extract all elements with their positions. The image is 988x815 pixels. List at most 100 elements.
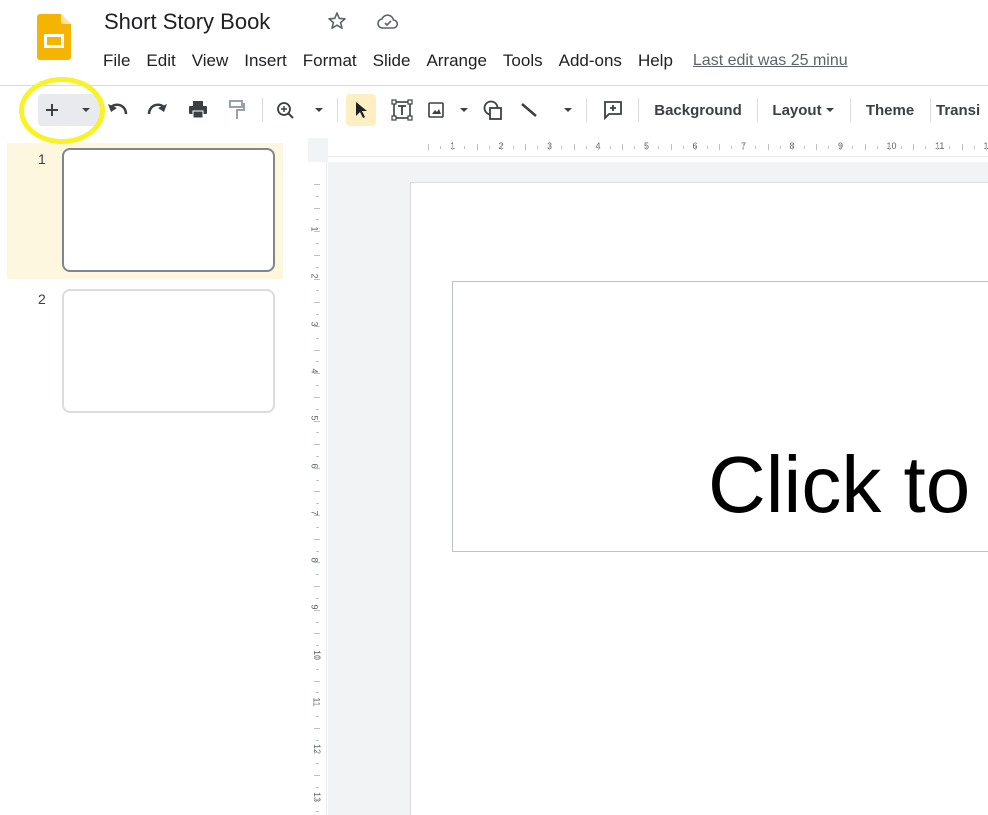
ruler-tick bbox=[316, 550, 319, 552]
ruler-tick bbox=[316, 219, 319, 221]
slide-number: 1 bbox=[38, 151, 46, 167]
ruler-tick bbox=[316, 503, 319, 505]
transition-button[interactable]: Transi bbox=[936, 90, 988, 130]
ruler-tick bbox=[314, 420, 320, 422]
ruler-tick bbox=[314, 798, 320, 800]
ruler-tick bbox=[900, 146, 902, 149]
menu-arrange[interactable]: Arrange bbox=[426, 51, 486, 71]
horizontal-ruler[interactable]: 123456789101112 bbox=[328, 138, 988, 157]
add-comment-button[interactable] bbox=[598, 90, 628, 130]
ruler-tick bbox=[791, 144, 793, 150]
ruler-tick bbox=[452, 144, 454, 150]
ruler-tick bbox=[573, 144, 575, 150]
ruler-tick bbox=[828, 146, 830, 149]
shape-button[interactable] bbox=[478, 90, 508, 130]
ruler-tick bbox=[316, 763, 319, 765]
background-label: Background bbox=[654, 101, 742, 119]
ruler-tick bbox=[694, 144, 696, 150]
menu-edit[interactable]: Edit bbox=[146, 51, 175, 71]
background-button[interactable]: Background bbox=[648, 90, 748, 130]
ruler-tick bbox=[316, 479, 319, 481]
ruler-tick bbox=[314, 184, 320, 185]
ruler-tick bbox=[314, 657, 320, 658]
ruler-tick bbox=[549, 144, 551, 150]
ruler-tick bbox=[779, 146, 781, 149]
toolbar-separator bbox=[262, 98, 263, 122]
toolbar-separator bbox=[850, 98, 851, 122]
ruler-tick bbox=[314, 254, 320, 256]
ruler-tick bbox=[719, 144, 720, 150]
vertical-ruler[interactable]: 1 2 3 4 5 6 7 8 9 10 11 12 13 bbox=[308, 162, 327, 815]
menu-format[interactable]: Format bbox=[303, 51, 357, 71]
ruler-tick bbox=[316, 597, 319, 599]
slide-thumbnail-1[interactable] bbox=[62, 148, 275, 272]
ruler-tick bbox=[937, 144, 939, 150]
text-box-button[interactable] bbox=[387, 90, 417, 130]
menu-bar: File Edit View Insert Format Slide Arran… bbox=[103, 48, 848, 74]
document-title[interactable]: Short Story Book bbox=[104, 9, 270, 35]
insert-image-button[interactable] bbox=[425, 90, 471, 130]
star-icon[interactable] bbox=[327, 11, 347, 31]
ruler-tick bbox=[314, 373, 320, 375]
ruler-tick bbox=[440, 146, 442, 149]
ruler-tick bbox=[961, 144, 963, 150]
ruler-tick bbox=[316, 739, 319, 741]
ruler-tick bbox=[622, 144, 623, 150]
ruler-tick bbox=[316, 243, 319, 245]
ruler-tick bbox=[743, 144, 745, 150]
select-tool-button[interactable] bbox=[346, 94, 376, 126]
ruler-tick bbox=[525, 144, 526, 150]
ruler-tick bbox=[597, 144, 599, 150]
slide-thumbnail-2[interactable] bbox=[62, 289, 275, 413]
ruler-tick bbox=[314, 704, 320, 706]
ruler-tick bbox=[314, 586, 320, 588]
ruler-tick bbox=[316, 290, 319, 292]
ruler-tick bbox=[816, 144, 817, 150]
undo-button[interactable] bbox=[104, 90, 132, 130]
ruler-tick bbox=[731, 146, 733, 149]
print-button[interactable] bbox=[184, 90, 212, 130]
cloud-saved-icon[interactable] bbox=[377, 12, 399, 32]
line-button[interactable] bbox=[512, 90, 578, 130]
menu-help[interactable]: Help bbox=[638, 51, 673, 71]
layout-button[interactable]: Layout bbox=[766, 90, 842, 130]
ruler-tick bbox=[316, 195, 319, 197]
ruler-tick bbox=[585, 146, 587, 149]
ruler-tick bbox=[985, 144, 987, 150]
ruler-tick bbox=[314, 562, 320, 564]
toolbar-separator bbox=[638, 98, 639, 122]
menu-slide[interactable]: Slide bbox=[373, 51, 411, 71]
ruler-tick bbox=[314, 680, 320, 682]
ruler-tick bbox=[682, 146, 684, 149]
ruler-tick bbox=[316, 385, 319, 387]
ruler-tick bbox=[876, 146, 878, 149]
ruler-tick bbox=[316, 361, 319, 363]
ruler-number: 13 bbox=[312, 791, 323, 802]
menu-tools[interactable]: Tools bbox=[503, 51, 543, 71]
menu-insert[interactable]: Insert bbox=[244, 51, 287, 71]
zoom-button[interactable] bbox=[273, 90, 327, 130]
title-placeholder-text[interactable]: Click to bbox=[708, 445, 970, 525]
ruler-tick bbox=[316, 432, 319, 434]
ruler-tick bbox=[888, 144, 890, 150]
theme-button[interactable]: Theme bbox=[858, 90, 922, 130]
ruler-tick bbox=[670, 144, 672, 150]
ruler-tick bbox=[316, 716, 319, 718]
layout-label: Layout bbox=[772, 101, 822, 119]
redo-button[interactable] bbox=[143, 90, 171, 130]
ruler-tick bbox=[314, 444, 320, 446]
ruler-tick bbox=[316, 621, 319, 623]
ruler-tick bbox=[706, 146, 708, 149]
ruler-tick bbox=[316, 645, 319, 647]
menu-file[interactable]: File bbox=[103, 51, 130, 71]
ruler-tick bbox=[316, 314, 319, 316]
ruler-tick bbox=[314, 515, 320, 517]
menu-view[interactable]: View bbox=[192, 51, 229, 71]
last-edit-link[interactable]: Last edit was 25 minu bbox=[693, 52, 848, 70]
paint-format-button[interactable] bbox=[223, 90, 251, 130]
ruler-tick bbox=[316, 266, 319, 268]
slides-logo[interactable] bbox=[37, 14, 71, 60]
menu-addons[interactable]: Add-ons bbox=[559, 51, 622, 71]
ruler-tick bbox=[488, 146, 490, 149]
ruler-tick bbox=[476, 144, 478, 150]
